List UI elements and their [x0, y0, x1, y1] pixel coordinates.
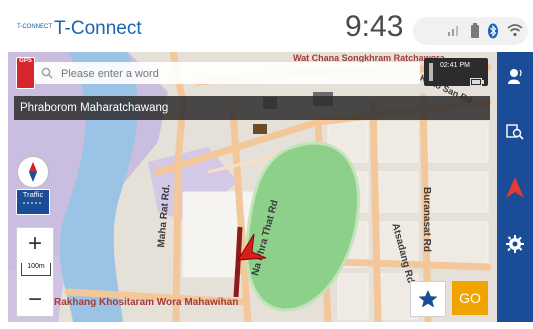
battery-status-icon: [470, 73, 484, 91]
current-address[interactable]: Phraborom Maharatchawang: [14, 96, 490, 120]
battery-icon: [469, 23, 481, 44]
search-icon: [41, 66, 53, 84]
label-buranasat: Buranasat Rd: [421, 187, 432, 253]
traffic-icon: [23, 202, 43, 204]
map-search-button[interactable]: [497, 114, 533, 150]
app-title: T-Connect: [54, 18, 142, 39]
zoom-control: + 100m −: [16, 227, 54, 317]
settings-button[interactable]: [497, 226, 533, 262]
info-widget: 02:41 PM: [424, 58, 488, 86]
navigation-arrow-icon: [506, 177, 524, 198]
signal-icon: [447, 23, 461, 42]
status-bar: T-CONNECT T-Connect 9:43: [0, 0, 533, 50]
compass-icon: [29, 162, 37, 182]
favorite-button[interactable]: [410, 281, 446, 317]
search-bar[interactable]: [35, 62, 420, 84]
wifi-icon: [507, 23, 523, 42]
zoom-in-button[interactable]: +: [17, 228, 53, 260]
star-icon: [418, 290, 438, 308]
map-search-icon: [506, 124, 524, 140]
search-input[interactable]: [59, 64, 413, 84]
info-time: 02:41 PM: [440, 62, 470, 69]
scale-indicator: 100m: [21, 263, 51, 276]
vehicle-position-icon: [237, 233, 267, 261]
settings-icon: [506, 235, 524, 253]
clock: 9:43: [345, 10, 404, 43]
status-icons: [413, 17, 528, 45]
right-toolbar: [497, 52, 533, 322]
zoom-out-button[interactable]: −: [17, 284, 53, 316]
route-indicator-icon: [427, 63, 435, 86]
traffic-label: Traffic: [22, 190, 44, 199]
bluetooth-icon: [487, 23, 499, 44]
gps-badge: GPS: [16, 57, 35, 89]
go-button[interactable]: GO: [452, 281, 488, 315]
navigation-button[interactable]: [497, 170, 533, 206]
compass-button[interactable]: [17, 156, 49, 188]
voice-button[interactable]: [497, 58, 533, 94]
brand-mini-logo: T-CONNECT: [17, 24, 52, 30]
traffic-button[interactable]: Traffic: [16, 189, 50, 215]
voice-icon: [508, 69, 522, 84]
label-bottom-place: Rakhang Khositaram Wora Mahawihan: [54, 297, 239, 308]
